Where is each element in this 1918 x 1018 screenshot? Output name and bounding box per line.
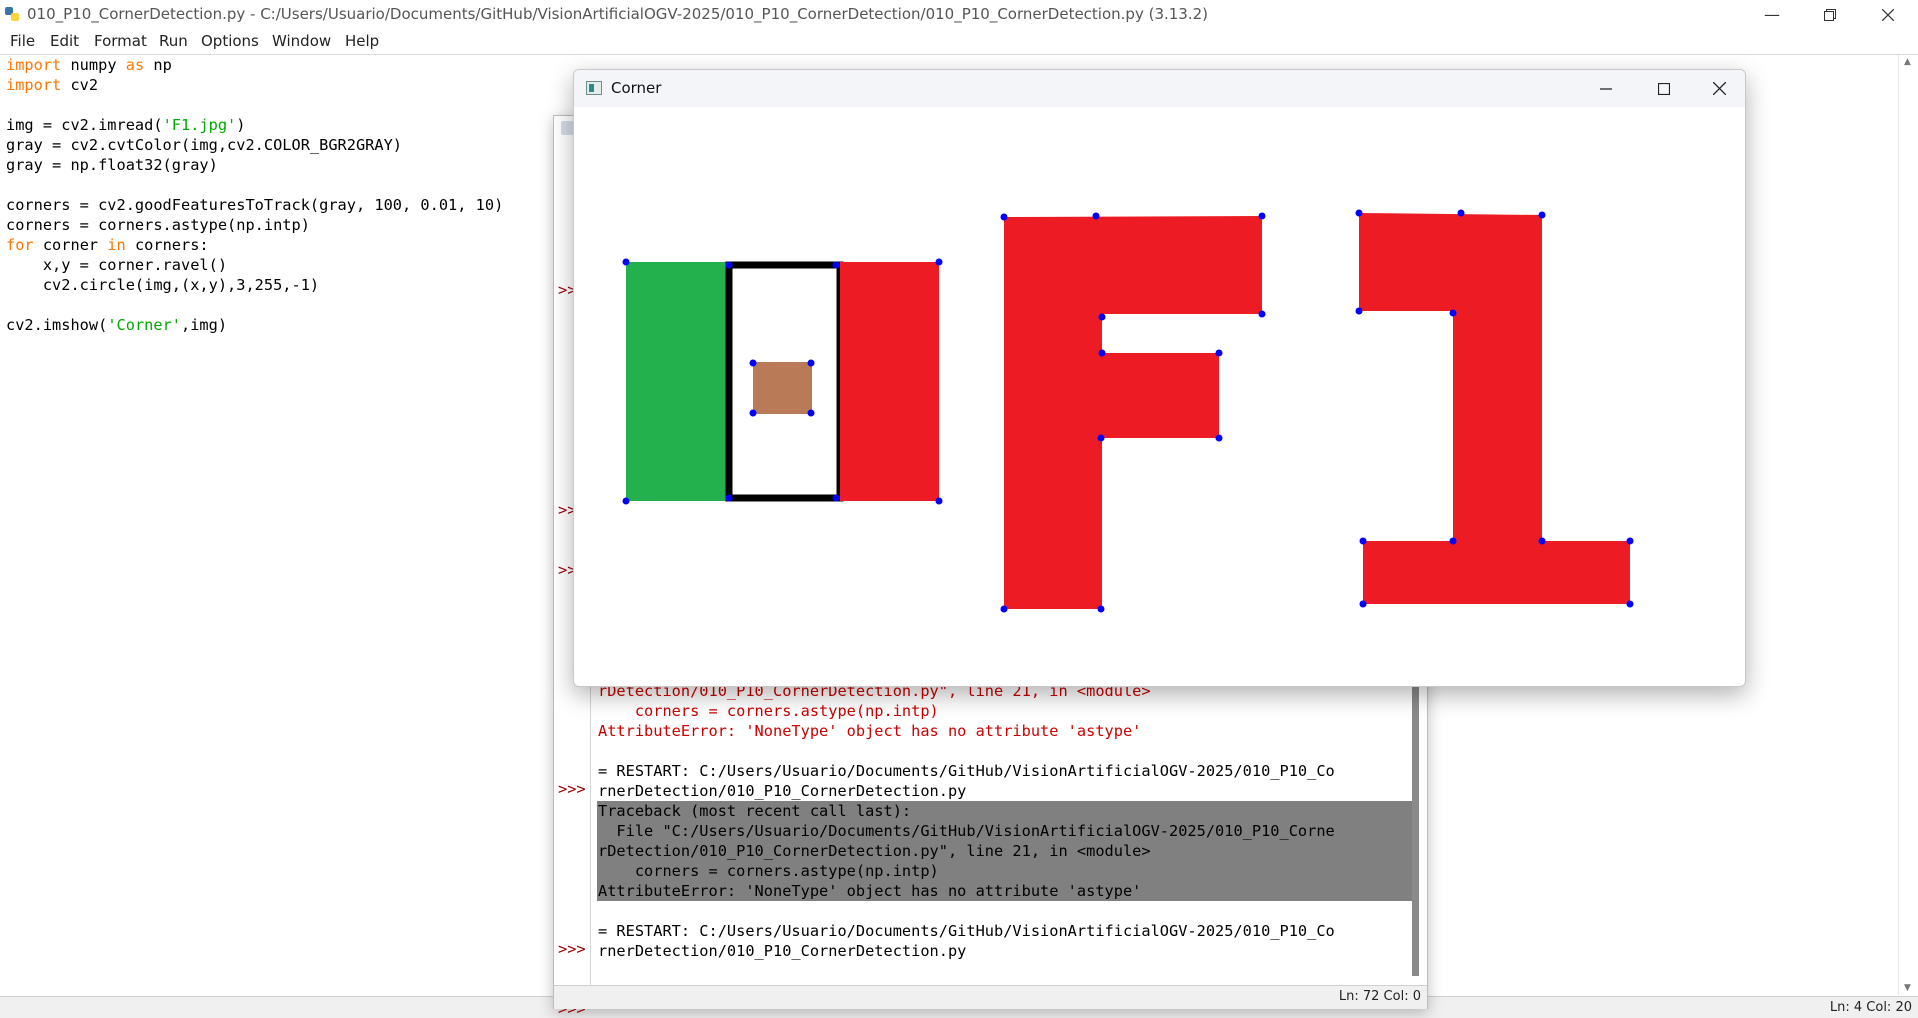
code-line: cv2.imshow('Corner',img)	[6, 316, 228, 334]
menu-edit[interactable]: Edit	[50, 32, 79, 50]
shell-prompt: >>>	[558, 940, 586, 958]
corner-image	[622, 209, 1634, 613]
editor-window-title: 010_P10_CornerDetection.py - C:/Users/Us…	[27, 5, 1209, 23]
corner-minimize-button[interactable]	[1578, 70, 1634, 107]
corner-point	[1626, 537, 1634, 545]
code-line: x,y = corner.ravel()	[6, 256, 228, 274]
shell-output-line: File "C:/Users/Usuario/Documents/GitHub/…	[598, 822, 1335, 840]
editor-cursor-position: Ln: 4 Col: 20	[1829, 1000, 1912, 1015]
corner-point	[1359, 537, 1367, 545]
flag-emblem	[753, 362, 812, 414]
close-icon	[1882, 8, 1894, 21]
code-line: gray = cv2.cvtColor(img,cv2.COLOR_BGR2GR…	[6, 136, 403, 154]
corner-point	[832, 261, 840, 269]
shell-output-line: = RESTART: C:/Users/Usuario/Documents/Gi…	[598, 762, 1335, 780]
opencv-window-icon	[586, 81, 602, 95]
corner-point	[1355, 307, 1363, 315]
corner-point	[1457, 209, 1465, 217]
code-line: import cv2	[6, 76, 99, 94]
shell-prompt: >>>	[558, 780, 586, 798]
restore-icon	[1824, 8, 1836, 21]
shell-statusbar: Ln: 72 Col: 0	[554, 985, 1427, 1009]
corner-point	[807, 359, 815, 367]
corner-point	[1355, 209, 1363, 217]
corner-point	[1538, 211, 1546, 219]
minimize-button[interactable]: —	[1743, 0, 1801, 29]
menu-run[interactable]: Run	[159, 32, 188, 50]
corner-point	[1097, 434, 1105, 442]
shell-output-line: rnerDetection/010_P10_CornerDetection.py	[598, 942, 967, 960]
shell-output-line: = RESTART: C:/Users/Usuario/Documents/Gi…	[598, 922, 1335, 940]
code-line: for corner in corners:	[6, 236, 209, 254]
code-line: import numpy as np	[6, 56, 172, 74]
corner-point	[725, 494, 733, 502]
digit-1	[1359, 213, 1630, 604]
scroll-down-icon[interactable]: ▼	[1904, 983, 1911, 993]
corner-point	[1215, 434, 1223, 442]
close-icon	[1713, 82, 1726, 95]
shell-output-line: Traceback (most recent call last):	[598, 802, 912, 820]
shell-output-line: corners = corners.astype(np.intp)	[598, 702, 939, 720]
shell-output-line: rnerDetection/010_P10_CornerDetection.py	[598, 782, 967, 800]
corner-point	[807, 409, 815, 417]
editor-menubar: File Edit Format Run Options Window Help	[0, 29, 1918, 55]
shell-output-line: corners = corners.astype(np.intp)	[598, 862, 939, 880]
corner-point	[1215, 349, 1223, 357]
menu-window[interactable]: Window	[272, 32, 331, 50]
corner-point	[1626, 600, 1634, 608]
corner-close-button[interactable]	[1694, 70, 1745, 107]
corner-point	[832, 494, 840, 502]
corner-maximize-button[interactable]	[1636, 70, 1692, 107]
corner-point	[1449, 309, 1457, 317]
code-line: cv2.circle(img,(x,y),3,255,-1)	[6, 276, 320, 294]
minimize-icon: —	[1764, 5, 1780, 24]
corner-point	[622, 258, 630, 266]
maximize-icon	[1658, 82, 1670, 95]
corner-point	[935, 497, 943, 505]
menu-options[interactable]: Options	[201, 32, 259, 50]
close-button[interactable]	[1859, 0, 1917, 29]
code-line: corners = cv2.goodFeaturesToTrack(gray, …	[6, 196, 504, 214]
flag-green-band	[626, 262, 729, 501]
corner-point	[1098, 349, 1106, 357]
corner-point	[1000, 213, 1008, 221]
corner-point	[1538, 537, 1546, 545]
corner-point	[1098, 313, 1106, 321]
menu-help[interactable]: Help	[345, 32, 379, 50]
flag-red-band	[840, 262, 939, 501]
shell-output-line: AttributeError: 'NoneType' object has no…	[598, 722, 1142, 740]
corner-window[interactable]: Corner	[573, 69, 1746, 687]
corner-point	[749, 409, 757, 417]
corner-point	[1000, 605, 1008, 613]
corner-point	[1359, 600, 1367, 608]
corner-point	[1258, 310, 1266, 318]
scroll-up-icon[interactable]: ▲	[1904, 57, 1911, 67]
restore-button[interactable]	[1801, 0, 1859, 29]
shell-cursor-position: Ln: 72 Col: 0	[1338, 989, 1421, 1004]
letter-f	[1004, 216, 1262, 609]
python-icon	[5, 7, 19, 21]
corner-point	[725, 261, 733, 269]
corner-point	[1092, 212, 1100, 220]
code-line: img = cv2.imread('F1.jpg')	[6, 116, 246, 134]
corner-point	[1258, 212, 1266, 220]
code-line: gray = np.float32(gray)	[6, 156, 218, 174]
corner-point	[935, 258, 943, 266]
corner-point	[749, 359, 757, 367]
shell-scrollbar-thumb[interactable]	[1412, 676, 1419, 976]
corner-window-title: Corner	[611, 79, 662, 97]
corner-point	[1449, 537, 1457, 545]
shell-output-line: rDetection/010_P10_CornerDetection.py", …	[598, 842, 1151, 860]
corner-point	[622, 497, 630, 505]
code-line: corners = corners.astype(np.intp)	[6, 216, 310, 234]
corner-titlebar: Corner	[574, 70, 1745, 107]
menu-format[interactable]: Format	[94, 32, 147, 50]
menu-file[interactable]: File	[10, 32, 35, 50]
shell-output-line: AttributeError: 'NoneType' object has no…	[598, 882, 1142, 900]
minimize-icon	[1600, 87, 1612, 90]
editor-scrollbar[interactable]: ▲ ▼	[1898, 55, 1918, 995]
corner-point	[1097, 605, 1105, 613]
editor-titlebar: 010_P10_CornerDetection.py - C:/Users/Us…	[0, 0, 1918, 29]
